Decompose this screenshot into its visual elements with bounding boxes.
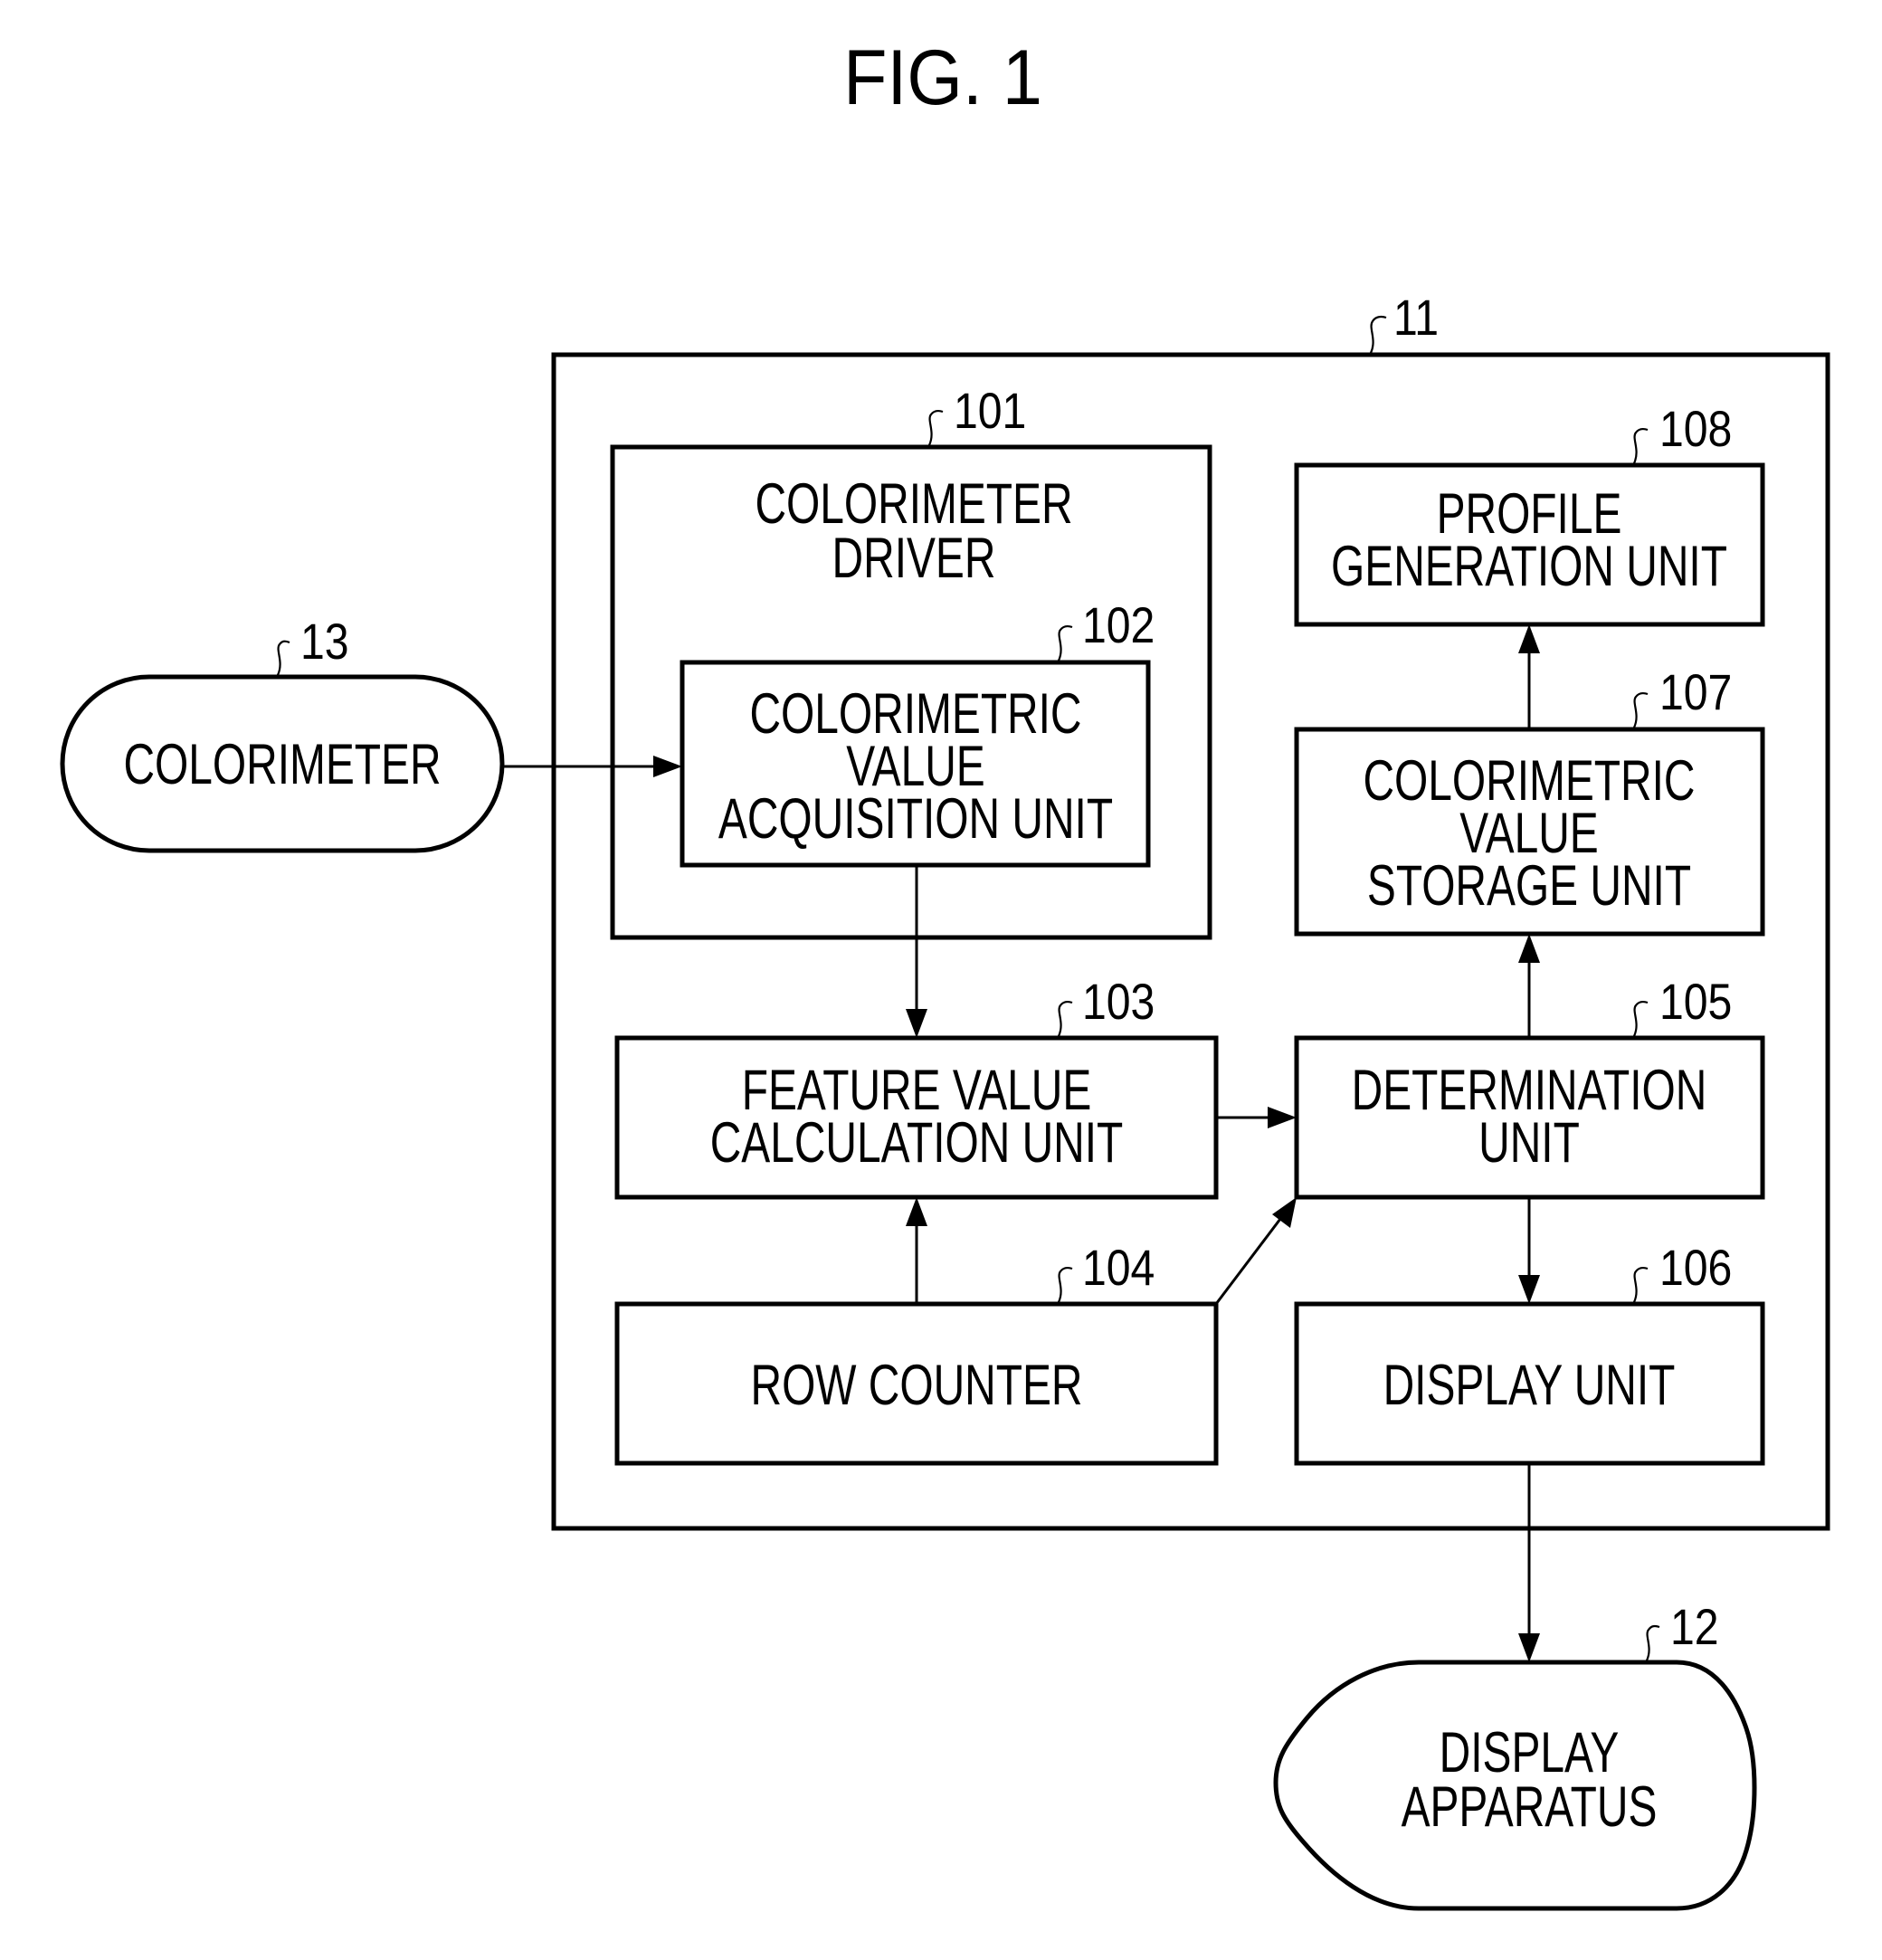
block-diagram: FIG. 1 11 13 COLORIMETER 101 COLORIMETER…	[60, 33, 1830, 1911]
ref-leader	[1645, 1624, 1660, 1661]
determination-unit-label-line2: UNIT	[1478, 1110, 1580, 1175]
ref-label-11: 11	[1393, 290, 1439, 347]
arrow-rowcounter-to-feature	[906, 1197, 927, 1304]
ref-leader	[1632, 691, 1649, 728]
colorimeter-13: 13 COLORIMETER	[60, 614, 505, 853]
display-apparatus-label-line2: APPARATUS	[1402, 1774, 1658, 1839]
arrow-display-unit-to-apparatus	[1518, 1463, 1540, 1662]
ref-label-12: 12	[1670, 1600, 1719, 1656]
arrow-storage-to-profile	[1518, 624, 1540, 729]
acquisition-unit-label-line3: ACQUISITION UNIT	[718, 786, 1113, 851]
ref-label-106: 106	[1659, 1241, 1732, 1297]
ref-leader	[1369, 315, 1387, 354]
ref-label-108: 108	[1659, 402, 1732, 458]
colorimeter-driver-label-line2: DRIVER	[832, 526, 996, 590]
ref-leader	[1632, 1266, 1649, 1303]
acquisition-unit-102: 102 COLORIMETRIC VALUE ACQUISITION UNIT	[680, 598, 1155, 868]
arrow-determination-to-storage	[1518, 934, 1540, 1038]
feature-value-calculation-unit-label-line2: CALCULATION UNIT	[710, 1110, 1124, 1175]
profile-generation-unit-label-line2: GENERATION UNIT	[1331, 534, 1727, 598]
arrowhead-icon	[1518, 624, 1540, 653]
arrowhead-icon	[906, 1009, 927, 1038]
ref-label-105: 105	[1659, 975, 1732, 1031]
ref-leader	[1057, 1266, 1073, 1303]
arrowhead-icon	[1518, 1633, 1540, 1662]
ref-leader	[276, 640, 290, 676]
row-counter-label: ROW COUNTER	[751, 1353, 1083, 1417]
ref-leader	[1632, 427, 1649, 464]
arrow-determination-to-display-unit	[1518, 1197, 1540, 1304]
display-apparatus-12: 12 DISPLAY APPARATUS	[1273, 1600, 1757, 1911]
storage-unit-label-line3: STORAGE UNIT	[1367, 853, 1691, 918]
arrowhead-icon	[1268, 1107, 1297, 1128]
arrowhead-icon	[906, 1197, 927, 1226]
ref-label-107: 107	[1659, 665, 1732, 721]
ref-label-104: 104	[1082, 1241, 1155, 1297]
arrowhead-icon	[653, 756, 682, 777]
ref-leader	[927, 409, 944, 446]
ref-label-101: 101	[954, 384, 1026, 440]
colorimeter-label: COLORIMETER	[123, 732, 441, 796]
figure-title: FIG. 1	[843, 33, 1042, 121]
arrow-colorimeter-to-acquisition	[502, 756, 682, 777]
display-unit-label: DISPLAY UNIT	[1383, 1353, 1676, 1417]
ref-leader	[1057, 624, 1073, 661]
ref-label-103: 103	[1082, 975, 1155, 1031]
profile-generation-unit-108: 108 PROFILE GENERATION UNIT	[1294, 402, 1765, 627]
ref-label-13: 13	[300, 614, 349, 671]
arrowhead-icon	[1518, 1275, 1540, 1304]
ref-leader	[1057, 1000, 1073, 1037]
ref-leader	[1632, 1000, 1649, 1037]
arrow-rowcounter-to-determination	[1214, 1197, 1297, 1305]
arrow-acquisition-to-feature	[906, 865, 927, 1038]
arrow-feature-to-determination	[1216, 1107, 1297, 1128]
ref-label-102: 102	[1082, 598, 1155, 654]
arrowhead-icon	[1518, 934, 1540, 963]
